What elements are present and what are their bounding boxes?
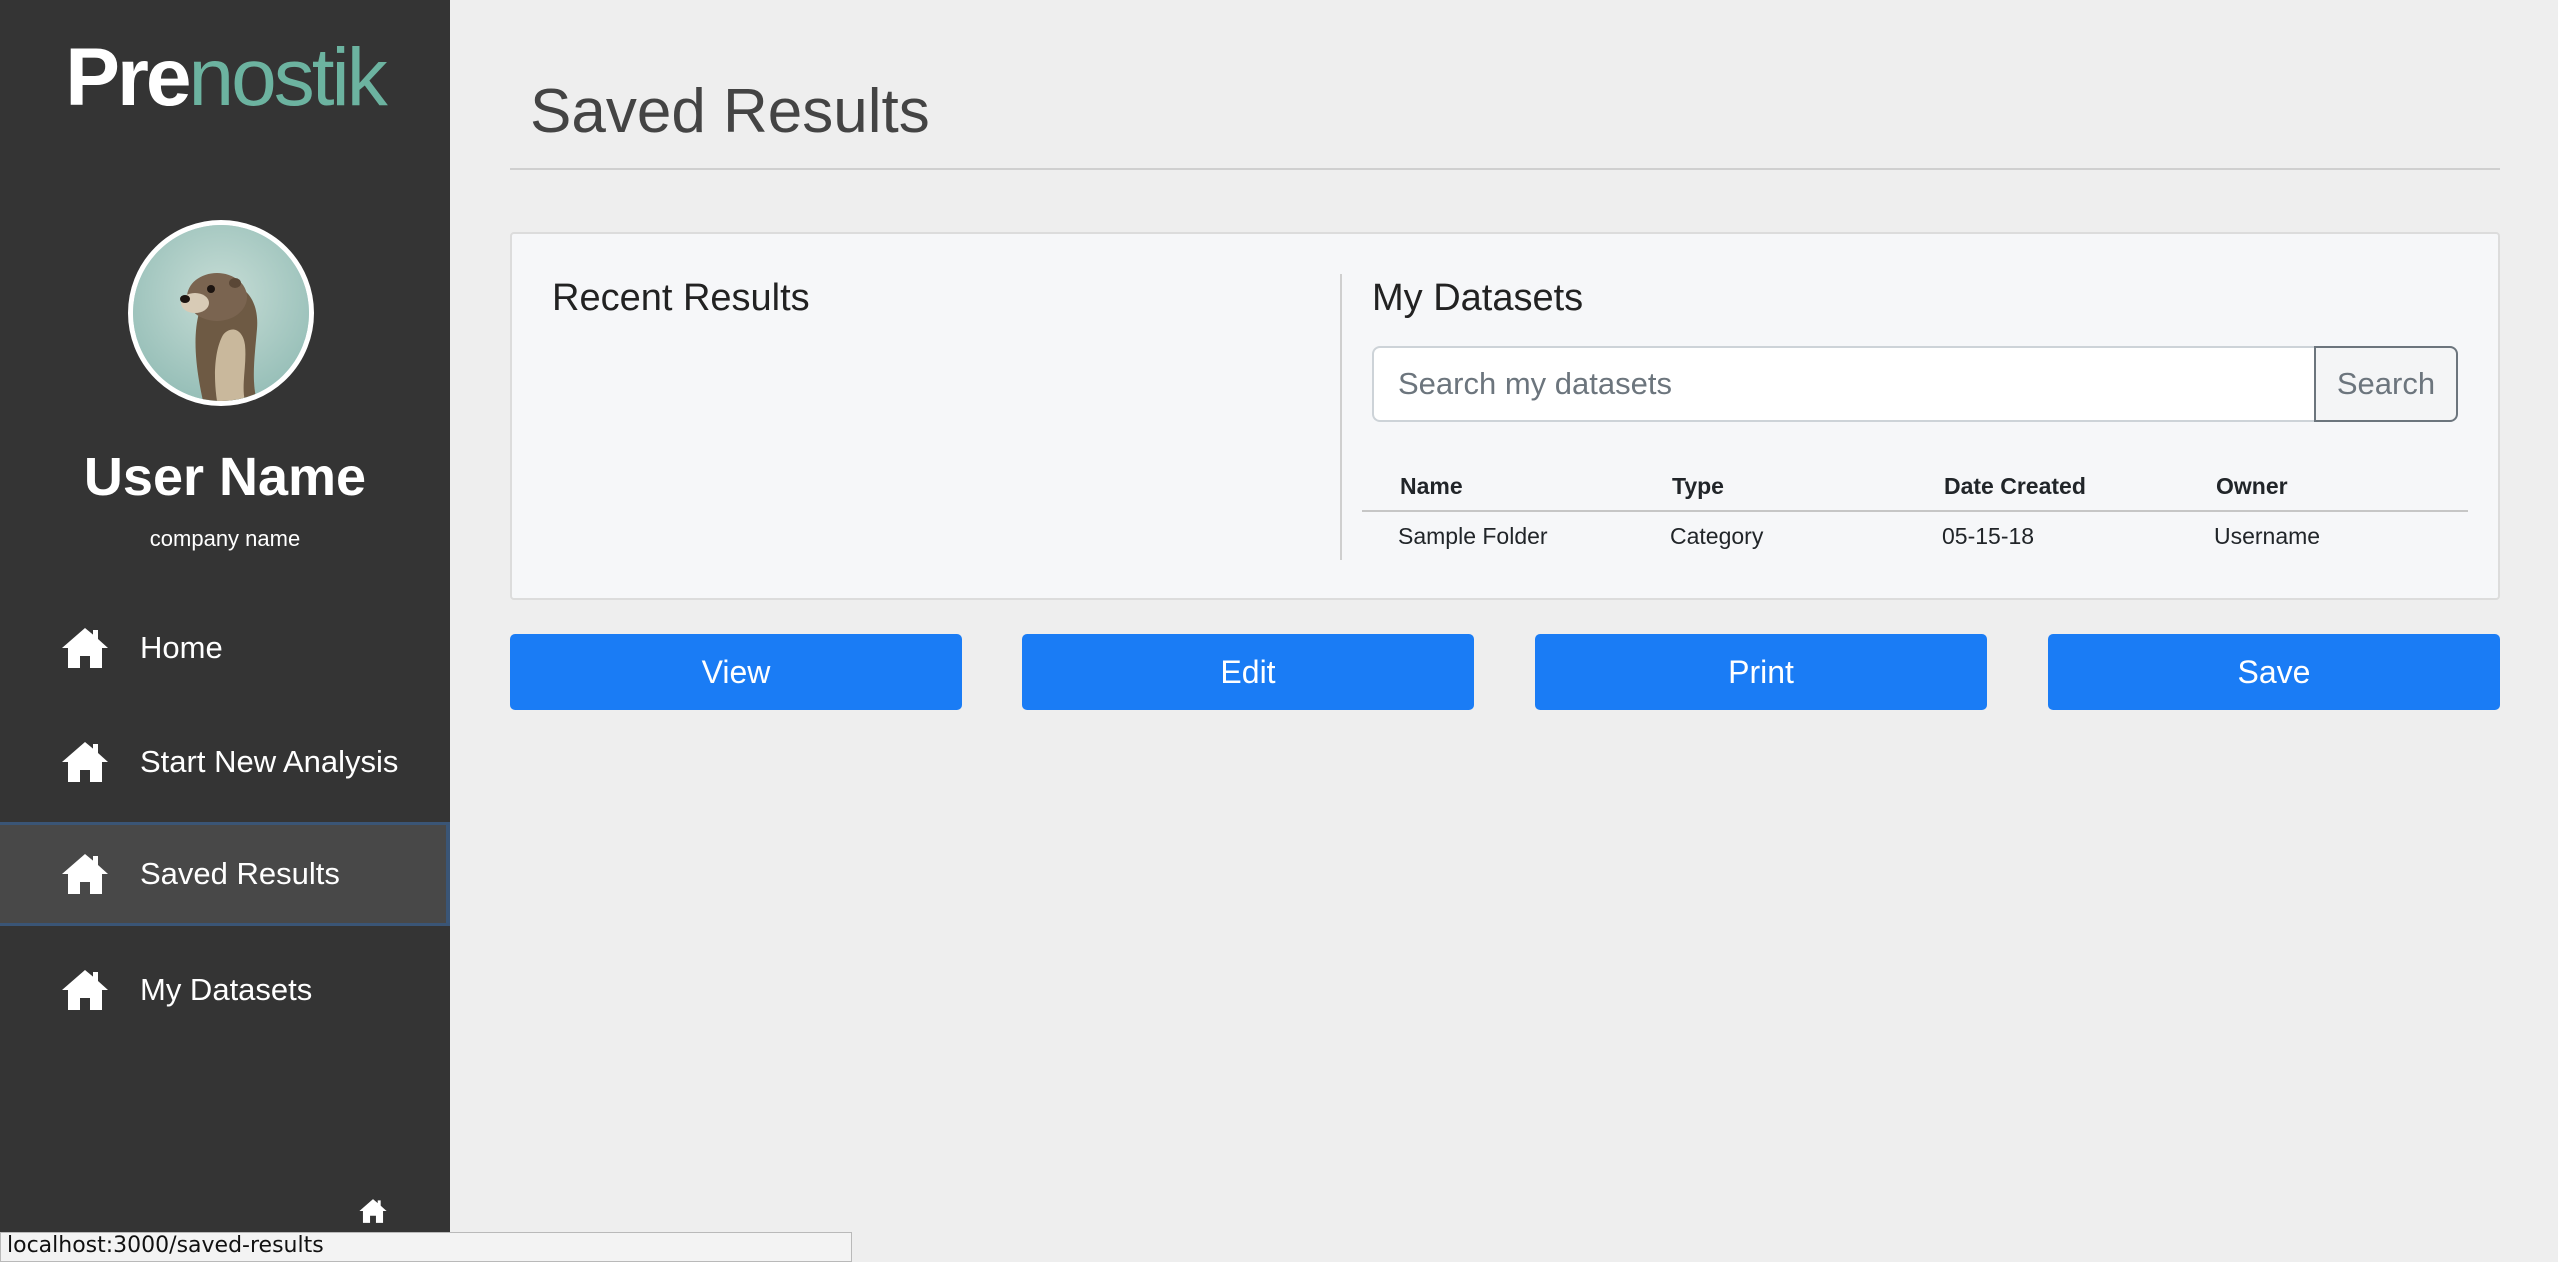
column-header-type[interactable]: Type bbox=[1634, 473, 1906, 500]
user-name: User Name bbox=[83, 447, 367, 507]
cell-type: Category bbox=[1670, 522, 1764, 549]
sidebar-item-label: Start New Analysis bbox=[140, 744, 399, 779]
column-header-owner[interactable]: Owner bbox=[2178, 473, 2450, 500]
title-divider bbox=[510, 168, 2500, 170]
avatar bbox=[128, 220, 314, 406]
cell-date-created: 05-15-18 bbox=[1942, 522, 2035, 549]
print-button[interactable]: Print bbox=[1535, 634, 1987, 710]
edit-button[interactable]: Edit bbox=[1022, 634, 1474, 710]
column-header-name[interactable]: Name bbox=[1362, 473, 1634, 500]
search-input[interactable] bbox=[1372, 346, 2316, 422]
home-icon bbox=[60, 852, 110, 896]
my-datasets-heading: My Datasets bbox=[1372, 277, 1584, 319]
brand-logo[interactable]: Prenostik bbox=[0, 28, 450, 128]
sidebar: Prenostik User Name company name Home St… bbox=[0, 0, 450, 1258]
home-icon bbox=[60, 740, 110, 784]
brand-logo-part2: nostik bbox=[188, 32, 388, 123]
view-button[interactable]: View bbox=[510, 634, 962, 710]
page-title: Saved Results bbox=[530, 77, 930, 146]
sidebar-item-home[interactable]: Home bbox=[0, 596, 450, 700]
home-icon bbox=[60, 968, 110, 1012]
footer-home-icon[interactable] bbox=[358, 1198, 388, 1228]
home-icon bbox=[60, 626, 110, 670]
recent-results-heading: Recent Results bbox=[552, 277, 810, 319]
column-header-date-created[interactable]: Date Created bbox=[1906, 473, 2178, 500]
table-header: Name Type Date Created Owner bbox=[1362, 462, 2468, 512]
sidebar-item-saved-results[interactable]: Saved Results bbox=[0, 822, 450, 926]
save-button[interactable]: Save bbox=[2048, 634, 2500, 710]
sidebar-item-label: Saved Results bbox=[140, 856, 340, 891]
brand-logo-part1: Pre bbox=[65, 32, 191, 123]
cell-name: Sample Folder bbox=[1398, 522, 1548, 549]
cell-owner: Username bbox=[2214, 522, 2321, 549]
otter-avatar-icon bbox=[133, 225, 309, 401]
table-row[interactable]: Sample Folder Category 05-15-18 Username bbox=[1362, 512, 2468, 560]
sidebar-item-label: My Datasets bbox=[140, 972, 313, 1007]
column-divider bbox=[1340, 274, 1342, 560]
search-button[interactable]: Search bbox=[2314, 346, 2458, 422]
company-name: company name bbox=[149, 526, 301, 551]
sidebar-item-label: Home bbox=[140, 630, 223, 665]
sidebar-item-my-datasets[interactable]: My Datasets bbox=[0, 938, 450, 1042]
sidebar-item-start-new-analysis[interactable]: Start New Analysis bbox=[0, 710, 450, 814]
